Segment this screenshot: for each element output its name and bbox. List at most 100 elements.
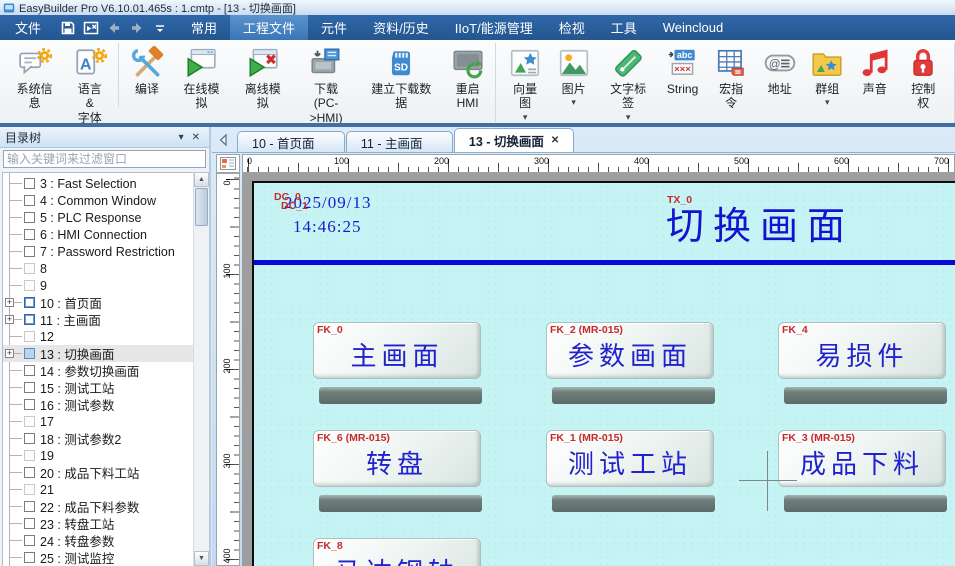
ribbon-button[interactable]: 文字标签 ▾ — [597, 43, 658, 122]
hmi-function-key[interactable]: FK_0 主画面 — [313, 322, 481, 379]
expander-icon[interactable]: + — [5, 315, 14, 324]
ribbon-button[interactable]: 编译 ▾ — [118, 43, 171, 107]
screen-title[interactable]: 切换画面 — [666, 195, 854, 250]
ribbon-button[interactable]: 群组 ▾ — [803, 43, 851, 107]
window-checkbox[interactable] — [24, 416, 35, 427]
window-checkbox[interactable] — [24, 450, 35, 461]
menu-tab[interactable]: Weincloud — [650, 15, 736, 40]
tree-item[interactable]: + 25 : 测试监控 — [3, 549, 206, 566]
ribbon-button[interactable]: @ 地址 ▾ — [756, 43, 804, 107]
tree-item[interactable]: + 23 : 转盘工站 — [3, 515, 206, 532]
tree-item[interactable]: + 13 : 切换画面 — [3, 345, 206, 362]
tree-item[interactable]: + 3 : Fast Selection — [3, 175, 206, 192]
window-checkbox[interactable] — [24, 195, 35, 206]
hmi-function-key[interactable]: FK_1 (MR-015) 测试工站 — [546, 430, 714, 487]
ribbon-button[interactable]: 离线模拟 ▾ — [232, 43, 293, 122]
window-tab[interactable]: 11 - 主画面 ✕ — [346, 131, 453, 152]
tree-item[interactable]: + 11 : 主画面 — [3, 311, 206, 328]
tree-item[interactable]: + 19 — [3, 447, 206, 464]
window-checkbox[interactable] — [24, 518, 35, 529]
window-checkbox[interactable] — [24, 501, 35, 512]
window-tab[interactable]: 13 - 切换画面 ✕ — [454, 128, 574, 152]
more-icon[interactable] — [152, 20, 168, 36]
tab-scroll-left-icon[interactable] — [216, 132, 232, 148]
simulate-icon[interactable] — [83, 20, 99, 36]
panel-menu-icon[interactable]: ▾ — [175, 132, 188, 143]
window-checkbox[interactable] — [24, 314, 35, 325]
menu-tab[interactable]: IIoT/能源管理 — [442, 15, 546, 40]
design-workspace[interactable]: DC_0 DC_1 2025/09/13 14:46:25 TX_0 切换画面 … — [242, 173, 955, 566]
save-icon[interactable] — [60, 20, 76, 36]
ribbon-button[interactable]: 重启 HMI ▾ — [444, 43, 492, 122]
hmi-function-key[interactable]: FK_3 (MR-015) 成品下料 — [778, 430, 946, 487]
close-icon[interactable]: ✕ — [551, 135, 559, 146]
scroll-down-icon[interactable]: ▼ — [194, 551, 209, 566]
window-checkbox[interactable] — [24, 178, 35, 189]
menu-tab[interactable]: 工具 — [598, 15, 650, 40]
window-checkbox[interactable] — [24, 399, 35, 410]
tree-item[interactable]: + 17 — [3, 413, 206, 430]
ribbon-button[interactable]: SD 建立下载数据 ▾ — [359, 43, 444, 122]
tree-filter-input[interactable] — [3, 150, 206, 168]
window-checkbox[interactable] — [24, 348, 35, 359]
menu-tab[interactable]: 检视 — [546, 15, 598, 40]
dropdown-arrow-icon[interactable]: ▾ — [626, 112, 631, 122]
window-checkbox[interactable] — [24, 246, 35, 257]
hmi-function-key[interactable]: FK_2 (MR-015) 参数画面 — [546, 322, 714, 379]
menu-file[interactable]: 文件 — [0, 15, 56, 40]
ribbon-button[interactable]: 声音 ▾ — [851, 43, 899, 107]
window-checkbox[interactable] — [24, 382, 35, 393]
window-checkbox[interactable] — [24, 552, 35, 563]
window-checkbox[interactable] — [24, 229, 35, 240]
tree-item[interactable]: + 6 : HMI Connection — [3, 226, 206, 243]
tree-scrollbar[interactable]: ▲ ▼ — [193, 172, 209, 566]
hmi-screen[interactable]: DC_0 DC_1 2025/09/13 14:46:25 TX_0 切换画面 … — [252, 181, 955, 566]
hmi-function-key[interactable]: FK_8 马达钢轴 — [313, 538, 481, 566]
window-checkbox[interactable] — [24, 365, 35, 376]
hmi-function-key[interactable]: FK_4 易损件 — [778, 322, 946, 379]
tree-item[interactable]: + 15 : 测试工站 — [3, 379, 206, 396]
ribbon-button[interactable]: abc××× String ▾ — [659, 43, 707, 107]
hmi-function-key[interactable]: FK_6 (MR-015) 转盘 — [313, 430, 481, 487]
tree-item[interactable]: + 10 : 首页面 — [3, 294, 206, 311]
redo-icon[interactable] — [129, 20, 145, 36]
window-checkbox[interactable] — [24, 297, 35, 308]
tree-item[interactable]: + 4 : Common Window — [3, 192, 206, 209]
window-checkbox[interactable] — [24, 331, 35, 342]
tree-item[interactable]: + 18 : 测试参数2 — [3, 430, 206, 447]
window-checkbox[interactable] — [24, 484, 35, 495]
expander-icon[interactable]: + — [5, 298, 14, 307]
tree-item[interactable]: + 12 — [3, 328, 206, 345]
ribbon-button[interactable]: 在线模拟 ▾ — [171, 43, 232, 122]
window-checkbox[interactable] — [24, 212, 35, 223]
window-checkbox[interactable] — [24, 280, 35, 291]
ribbon-button[interactable]: 宏指令 ▾ — [706, 43, 756, 122]
tree-item[interactable]: + 16 : 测试参数 — [3, 396, 206, 413]
ribbon-button[interactable]: 图片 ▾ — [550, 43, 598, 107]
menu-tab[interactable]: 资料/历史 — [360, 15, 442, 40]
tree-item[interactable]: + 21 — [3, 481, 206, 498]
dropdown-arrow-icon[interactable]: ▾ — [825, 97, 830, 107]
window-checkbox[interactable] — [24, 433, 35, 444]
divider-line[interactable] — [254, 260, 955, 265]
expander-icon[interactable]: + — [5, 349, 14, 358]
undo-icon[interactable] — [106, 20, 122, 36]
menu-tab[interactable]: 常用 — [178, 15, 230, 40]
tree-item[interactable]: + 5 : PLC Response — [3, 209, 206, 226]
scroll-up-icon[interactable]: ▲ — [194, 172, 209, 187]
tree-item[interactable]: + 7 : Password Restriction — [3, 243, 206, 260]
menu-tab[interactable]: 元件 — [308, 15, 360, 40]
window-checkbox[interactable] — [24, 467, 35, 478]
dropdown-arrow-icon[interactable]: ▾ — [571, 97, 576, 107]
panel-close-icon[interactable]: ✕ — [188, 132, 204, 143]
tree-item[interactable]: + 14 : 参数切换画面 — [3, 362, 206, 379]
dropdown-arrow-icon[interactable]: ▾ — [523, 112, 528, 122]
tree-item[interactable]: + 9 — [3, 277, 206, 294]
scrollbar-thumb[interactable] — [195, 188, 208, 226]
window-checkbox[interactable] — [24, 535, 35, 546]
tree-item[interactable]: + 24 : 转盘参数 — [3, 532, 206, 549]
tree-item[interactable]: + 22 : 成品下料参数 — [3, 498, 206, 515]
ribbon-button[interactable]: 控制权 ▾ — [899, 43, 949, 122]
tree-item[interactable]: + 20 : 成品下料工站 — [3, 464, 206, 481]
time-display[interactable]: 14:46:25 — [293, 217, 361, 237]
